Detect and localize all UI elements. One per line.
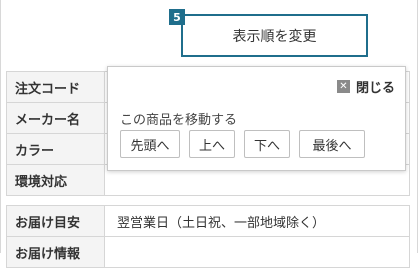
move-to-bottom-button[interactable]: 最後へ [299,130,365,158]
table-row: お届け目安 翌営業日（土日祝、一部地域除く） [6,205,410,237]
row-label: カラー [6,133,105,165]
row-value [104,236,410,268]
move-to-top-button[interactable]: 先頭へ [120,130,180,158]
move-buttons: 先頭へ 上へ 下へ 最後へ [120,130,365,158]
row-label: お届け情報 [6,236,105,268]
row-label: 環境対応 [6,164,105,196]
change-order-button[interactable]: 表示順を変更 [181,14,368,57]
move-up-button[interactable]: 上へ [189,130,235,158]
delivery-info-table: お届け目安 翌営業日（土日祝、一部地域除く） お届け情報 [6,205,410,268]
close-label: 閉じる [355,81,395,96]
move-down-button[interactable]: 下へ [244,130,290,158]
close-button[interactable]: ✕ 閉じる [336,77,395,96]
close-icon: ✕ [336,80,350,93]
row-value: 翌営業日（土日祝、一部地域除く） [104,205,410,237]
row-label: 注文コード [6,71,105,103]
move-item-popup: ✕ 閉じる この商品を移動する 先頭へ 上へ 下へ 最後へ [107,66,406,171]
table-row: お届け情報 [6,236,410,268]
row-label: お届け目安 [6,205,105,237]
step-badge: 5 [169,9,185,25]
move-item-label: この商品を移動する [120,113,238,128]
row-label: メーカー名 [6,102,105,134]
